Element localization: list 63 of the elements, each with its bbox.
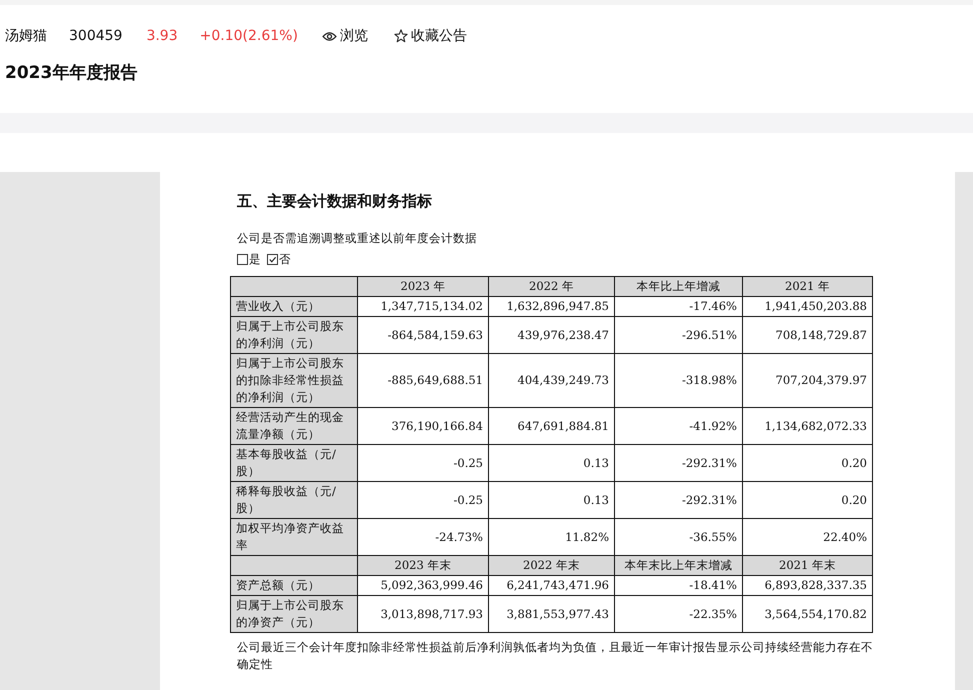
table-cell: -18.41%: [614, 576, 742, 596]
table-cell: -864,584,159.63: [358, 316, 488, 354]
column-header: 2022 年: [488, 276, 614, 296]
table-cell: -17.46%: [614, 296, 742, 316]
eye-icon[interactable]: [322, 30, 337, 42]
column-header: 本年比上年增减: [614, 276, 742, 296]
stock-price: 3.93: [146, 28, 178, 44]
table-cell: -22.35%: [614, 596, 742, 632]
table-cell: -0.25: [358, 444, 488, 482]
row-label: 稀释每股收益（元/股）: [230, 482, 358, 518]
table-cell: 1,134,682,072.33: [742, 408, 872, 444]
stock-name: 汤姆猫: [5, 27, 47, 45]
table-cell: 6,893,828,337.35: [742, 576, 872, 596]
action-link[interactable]: 浏览: [340, 27, 368, 45]
table-cell: 439,976,238.47: [488, 316, 614, 354]
column-header: 2022 年末: [488, 556, 614, 576]
column-header: 2021 年末: [742, 556, 872, 576]
table-cell: 5,092,363,999.46: [358, 576, 488, 596]
option-label: 是: [249, 252, 261, 267]
table-cell: 0.20: [742, 444, 872, 482]
table-cell: 0.13: [488, 482, 614, 518]
row-label: 归属于上市公司股东的净利润（元）: [230, 316, 358, 354]
table-cell: -292.31%: [614, 444, 742, 482]
stock-code: 300459: [69, 28, 122, 44]
table-cell: -41.92%: [614, 408, 742, 444]
star-icon[interactable]: [394, 29, 408, 43]
table-cell: 376,190,166.84: [358, 408, 488, 444]
table-cell: 6,241,743,471.96: [488, 576, 614, 596]
table-cell: -292.31%: [614, 482, 742, 518]
row-label: 归属于上市公司股东的净资产（元）: [230, 596, 358, 632]
table-cell: 404,439,249.73: [488, 354, 614, 408]
table-cell: -885,649,688.51: [358, 354, 488, 408]
table-cell: 1,347,715,134.02: [358, 296, 488, 316]
table-cell: -296.51%: [614, 316, 742, 354]
table-cell: 1,632,896,947.85: [488, 296, 614, 316]
table-cell: 707,204,379.97: [742, 354, 872, 408]
table-cell: 3,564,554,170.82: [742, 596, 872, 632]
column-header: 2021 年: [742, 276, 872, 296]
row-label: 归属于上市公司股东的扣除非经常性损益的净利润（元）: [230, 354, 358, 408]
question-text: 公司是否需追溯调整或重述以前年度会计数据: [237, 231, 478, 246]
table-cell: 3,881,553,977.43: [488, 596, 614, 632]
column-header: 2023 年末: [358, 556, 488, 576]
table-cell: 708,148,729.87: [742, 316, 872, 354]
action-link[interactable]: 收藏公告: [410, 27, 467, 45]
row-label: 资产总额（元）: [230, 576, 358, 596]
row-label: 营业收入（元）: [230, 296, 358, 316]
table-cell: 647,691,884.81: [488, 408, 614, 444]
table-cell: -318.98%: [614, 354, 742, 408]
option-label: 否: [279, 252, 291, 267]
table-cell: 0.13: [488, 444, 614, 482]
column-header: 本年末比上年末增减: [614, 556, 742, 576]
row-label: 经营活动产生的现金流量净额（元）: [230, 408, 358, 444]
row-label: 加权平均净资产收益率: [230, 518, 358, 556]
table-cell: 0.20: [742, 482, 872, 518]
price-change: +0.10(2.61%): [200, 28, 298, 44]
table-cell: 3,013,898,717.93: [358, 596, 488, 632]
table-cell: 1,941,450,203.88: [742, 296, 872, 316]
row-label: 基本每股收益（元/股）: [230, 444, 358, 482]
report-title: 2023年年度报告: [5, 62, 138, 84]
table-cell: -0.25: [358, 482, 488, 518]
note-text: 公司最近三个会计年度扣除非经常性损益前后净利润孰低者均为负值，且最近一年审计报告显示公司持续经营能力存在不确定性: [237, 639, 874, 673]
section-heading: 五、主要会计数据和财务指标: [237, 192, 433, 211]
column-header: 2023 年: [358, 276, 488, 296]
